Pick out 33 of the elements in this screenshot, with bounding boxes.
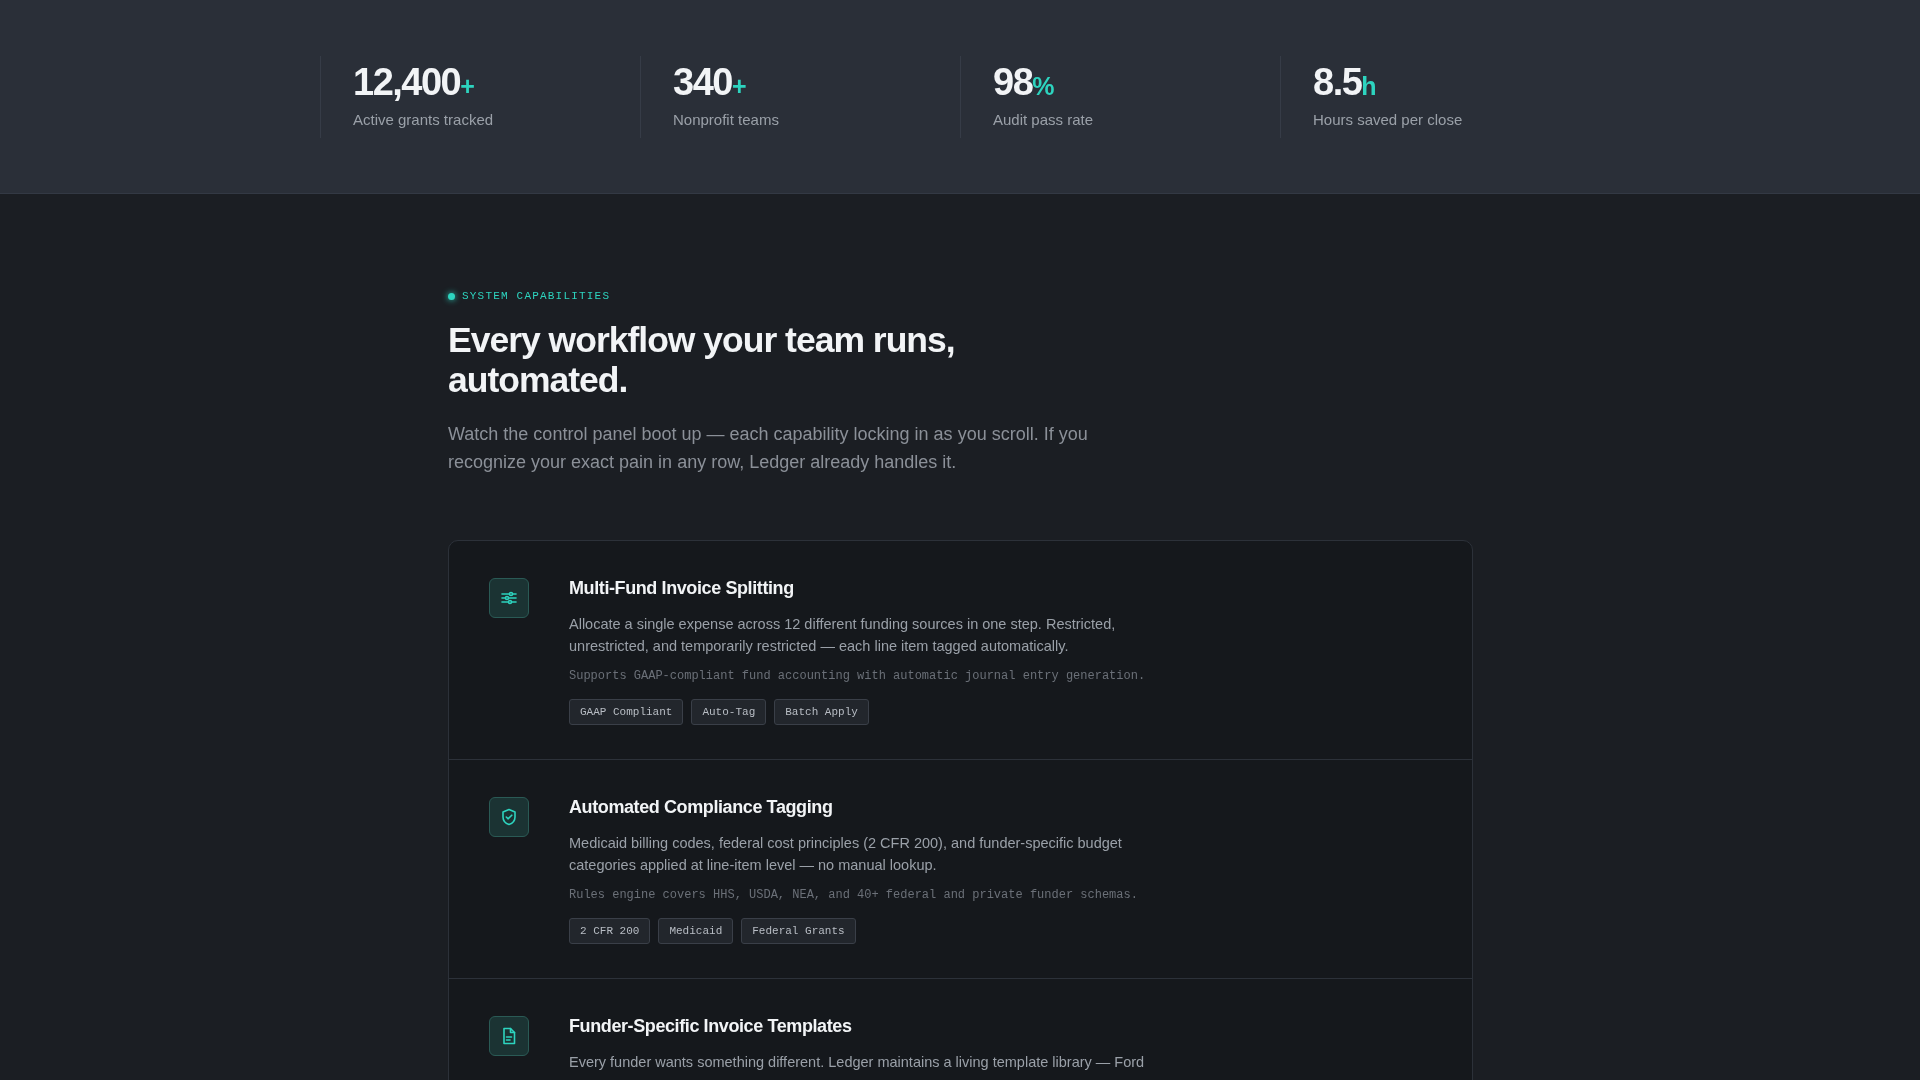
stat-value: 8.5 [1313, 63, 1362, 101]
eyebrow-label: SYSTEM CAPABILITIES [462, 290, 611, 302]
feature-tag: 2 CFR 200 [569, 918, 651, 944]
stat-value: 340 [673, 63, 732, 101]
stat-value: 12,400 [353, 63, 461, 101]
feature-tag: Federal Grants [741, 918, 856, 944]
stat-label: Hours saved per close [1313, 111, 1464, 128]
capability-description: Medicaid billing codes, federal cost principles (2 CFR 200), and funder-specific budget categories applied at line-item level — no manual lookup. [569, 834, 1123, 875]
stat-label: Audit pass rate [993, 111, 1095, 128]
capability-note: Rules engine covers HHS, USDA, NEA, and 40+ federal and private funder schemas. [569, 888, 1139, 902]
stat-suffix: % [1032, 74, 1055, 99]
stat-suffix: + [731, 74, 747, 99]
shield-check-icon [502, 808, 516, 826]
sliders-icon [501, 591, 517, 605]
capability-title: Automated Compliance Tagging [569, 797, 834, 818]
intro-text: Watch the control panel boot up — each capability locking in as you scroll. If you recognize your exact pain in any row, Ledger already handles it. [448, 423, 1089, 474]
capability-description: Every funder wants something different. Ledger maintains a living template library — Ford [569, 1053, 1146, 1072]
section-heading: Every workflow your team runs, automated. [448, 320, 956, 400]
feature-tag: Batch Apply [774, 699, 869, 725]
feature-tag: Auto-Tag [691, 699, 767, 725]
feature-tag: GAAP Compliant [569, 699, 684, 725]
stat-value: 98 [993, 63, 1033, 101]
capability-note: Supports GAAP-compliant fund accounting with automatic journal entry generation. [569, 669, 1147, 683]
feature-tag: Medicaid [658, 918, 734, 944]
capability-title: Funder-Specific Invoice Templates [569, 1016, 853, 1037]
stat-suffix: h [1361, 74, 1377, 99]
capability-title: Multi-Fund Invoice Splitting [569, 578, 795, 599]
status-dot-icon [448, 292, 455, 300]
stat-suffix: + [460, 74, 475, 99]
document-icon [503, 1027, 516, 1045]
capability-description: Allocate a single expense across 12 different funding sources in one step. Restricted, unrestricted, and temporarily restricted — each line item tagged automatically. [569, 615, 1117, 656]
stat-label: Nonprofit teams [673, 111, 780, 128]
stat-label: Active grants tracked [353, 111, 495, 128]
